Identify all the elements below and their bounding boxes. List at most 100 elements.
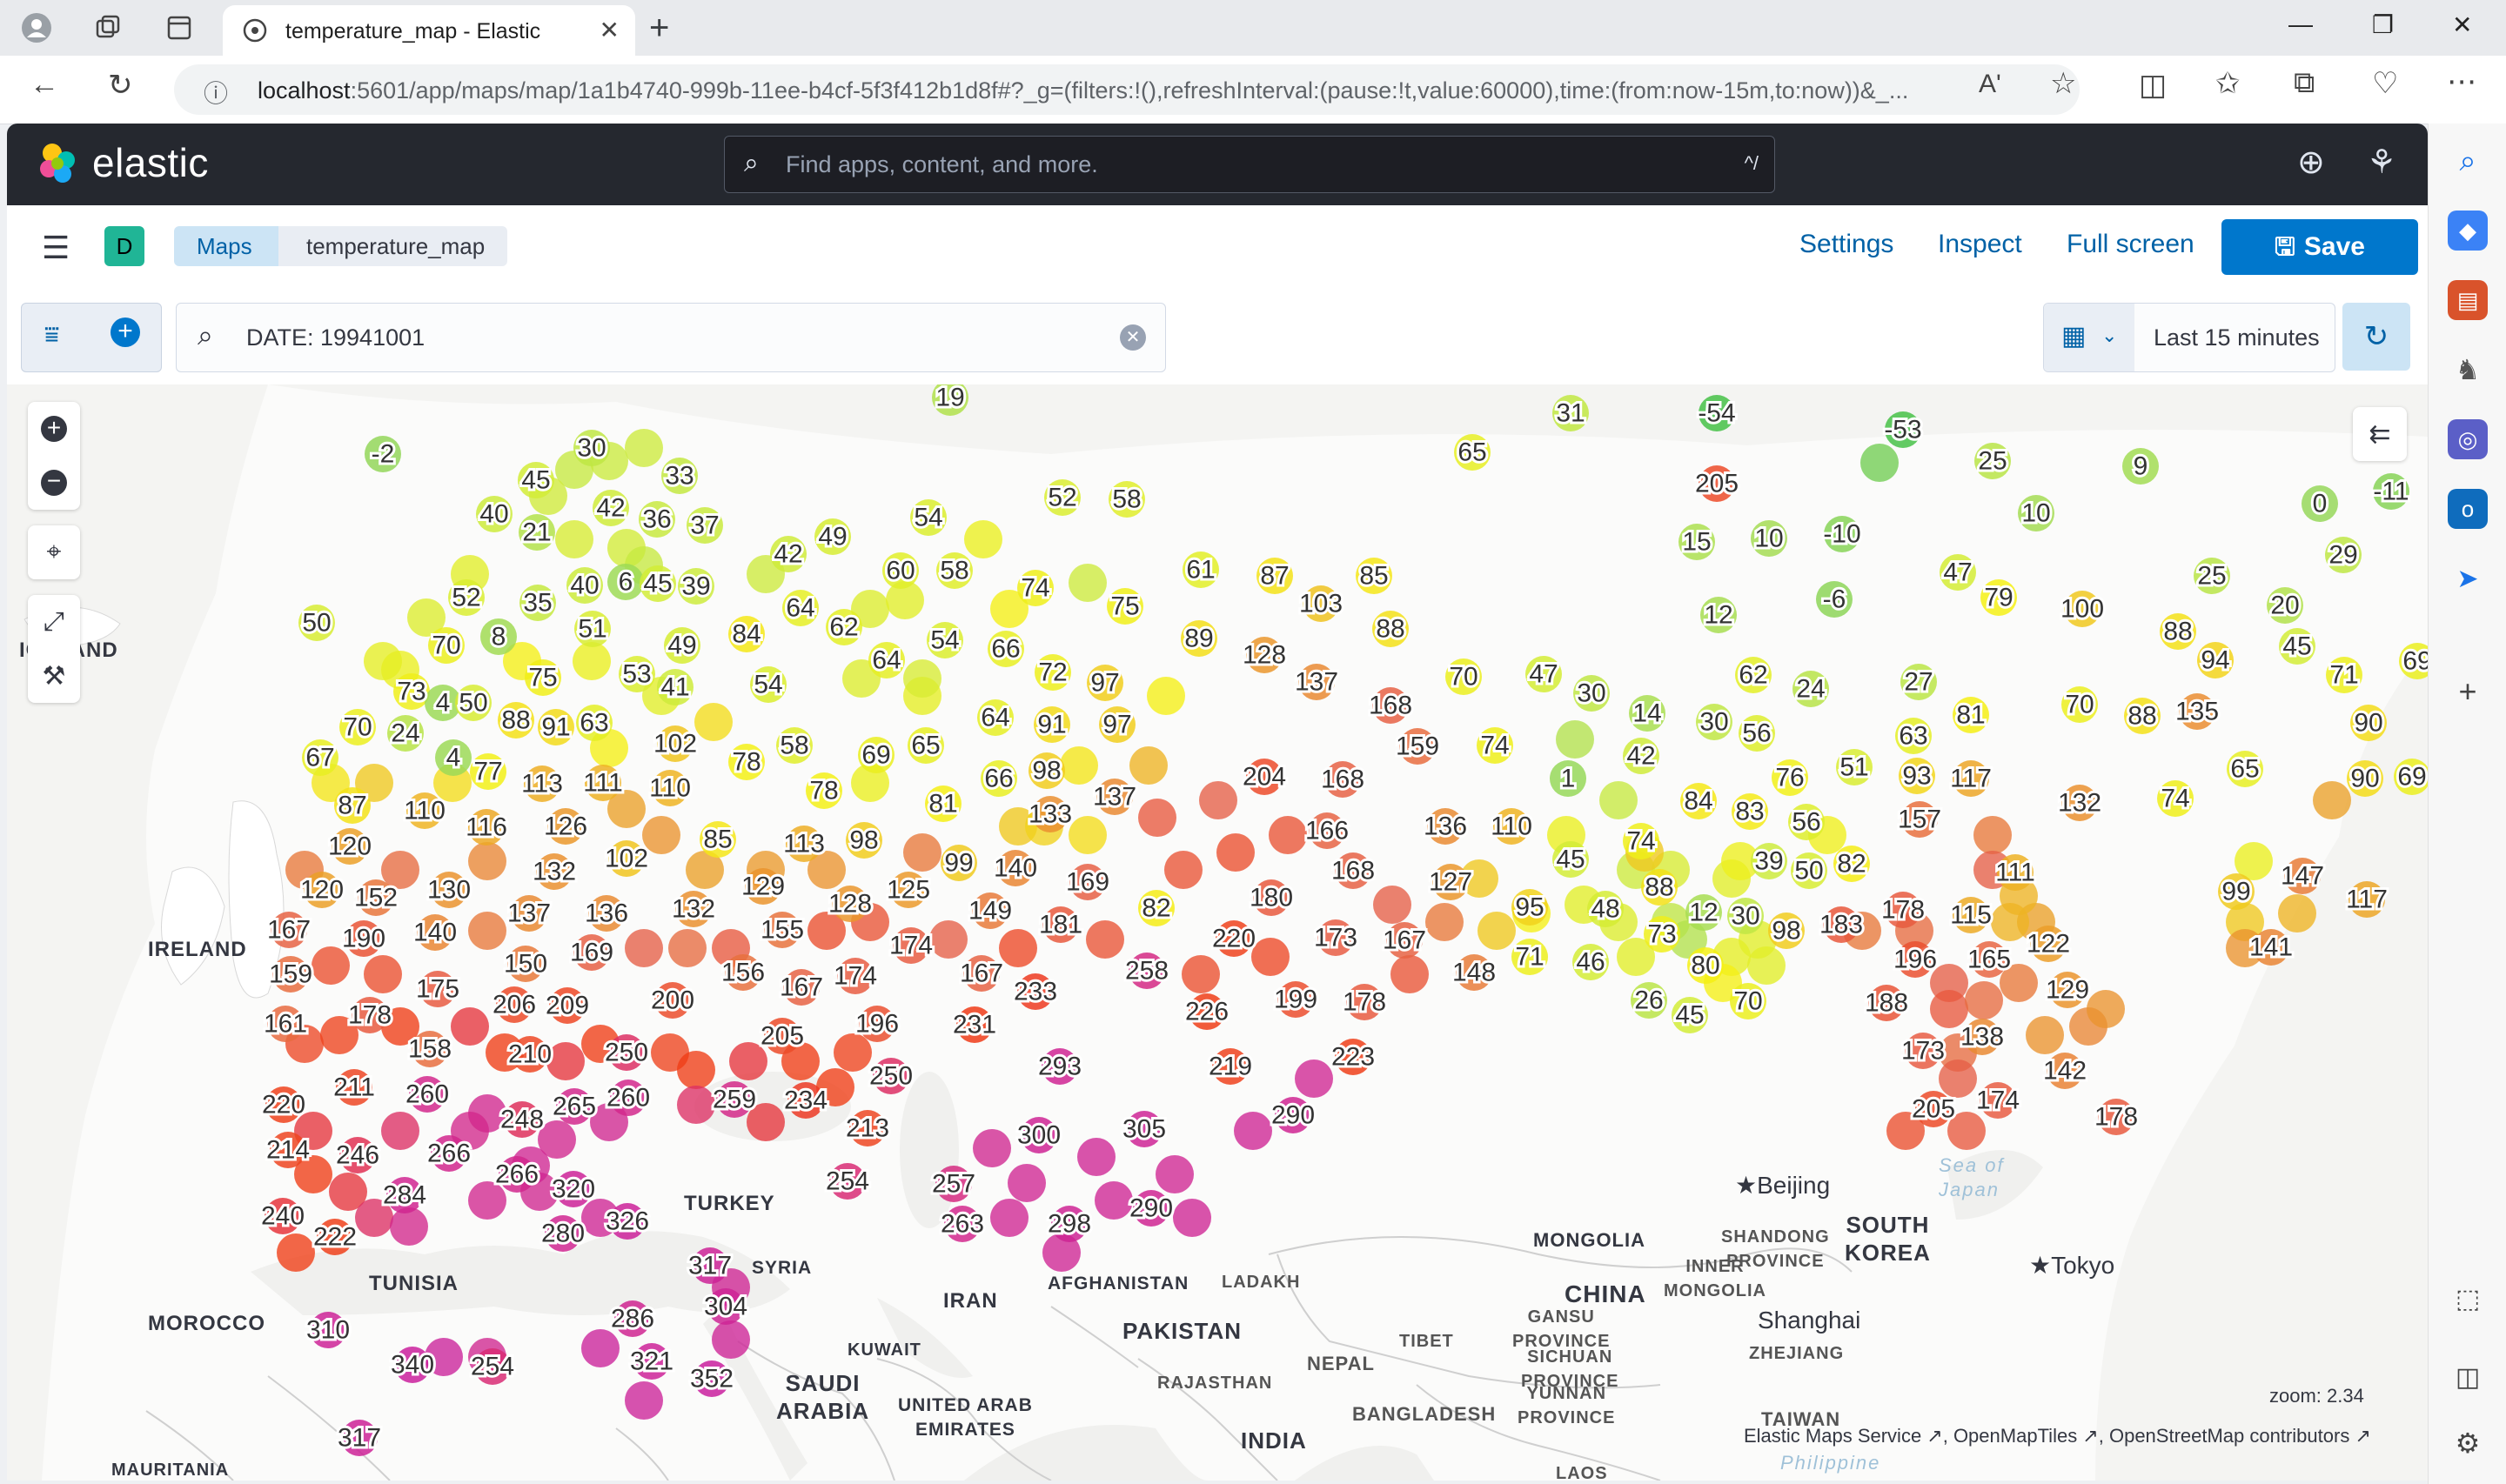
temperature-dot[interactable] bbox=[1599, 781, 1638, 819]
screenshot-icon[interactable]: ⬚ bbox=[2448, 1279, 2488, 1319]
temperature-dot[interactable] bbox=[1069, 816, 1107, 854]
back-icon[interactable]: ← bbox=[30, 68, 59, 102]
temperature-dot[interactable] bbox=[668, 929, 707, 967]
fullscreen-link[interactable]: Full screen bbox=[2067, 230, 2194, 259]
temperature-dot[interactable] bbox=[277, 1233, 315, 1272]
elastic-brand[interactable]: elastic bbox=[92, 139, 209, 186]
temperature-dot[interactable] bbox=[555, 520, 593, 558]
temperature-dot[interactable] bbox=[1129, 746, 1168, 785]
temperature-dot[interactable] bbox=[1477, 912, 1516, 950]
add-sidebar-app-icon[interactable]: + bbox=[2448, 672, 2488, 712]
temperature-dot[interactable] bbox=[2087, 990, 2125, 1028]
refresh-button[interactable]: ↻ bbox=[2342, 303, 2410, 371]
temperature-dot[interactable] bbox=[381, 1112, 419, 1150]
workspaces-icon[interactable] bbox=[87, 7, 129, 49]
breadcrumb-maps[interactable]: Maps bbox=[174, 226, 278, 266]
temperature-dot[interactable] bbox=[1199, 781, 1237, 819]
temperature-dot[interactable] bbox=[2278, 894, 2316, 933]
temperature-dot[interactable] bbox=[468, 842, 506, 880]
temperature-dot[interactable] bbox=[990, 1199, 1029, 1237]
temperature-dot[interactable] bbox=[1086, 920, 1124, 959]
temperature-dot[interactable] bbox=[677, 1086, 715, 1124]
temperature-dot[interactable] bbox=[1077, 1138, 1116, 1176]
temperature-dot[interactable] bbox=[903, 659, 941, 698]
favorite-star-icon[interactable]: ☆ bbox=[2050, 66, 2076, 101]
temperature-dot[interactable] bbox=[964, 520, 1002, 558]
new-tab-button[interactable]: + bbox=[649, 7, 669, 49]
drop-icon[interactable]: ➤ bbox=[2448, 558, 2488, 598]
profile-icon[interactable] bbox=[16, 7, 57, 49]
temperature-dot[interactable] bbox=[1373, 886, 1411, 924]
temperature-dot[interactable] bbox=[468, 912, 506, 950]
collections-icon[interactable]: ⧉ bbox=[2294, 66, 2315, 100]
temperature-dot[interactable] bbox=[834, 1033, 872, 1072]
outlook-icon[interactable]: o bbox=[2448, 489, 2488, 529]
temperature-dot[interactable] bbox=[1164, 851, 1203, 889]
hide-sidebar-icon[interactable]: ◫ bbox=[2448, 1357, 2488, 1397]
help-icon[interactable]: ⊕ bbox=[2297, 143, 2325, 182]
temperature-dot[interactable] bbox=[1965, 981, 2003, 1019]
zoom-out-button[interactable]: − bbox=[28, 456, 80, 510]
temperature-dot[interactable] bbox=[1939, 1060, 1977, 1098]
temperature-dot[interactable] bbox=[1425, 903, 1464, 941]
temperature-dot[interactable] bbox=[1156, 1155, 1194, 1193]
temperature-dot[interactable] bbox=[1234, 1112, 1272, 1150]
temperature-dot[interactable] bbox=[1216, 833, 1255, 872]
temperature-dot[interactable] bbox=[929, 920, 968, 959]
temperature-dot[interactable] bbox=[2313, 781, 2351, 819]
temperature-dot[interactable] bbox=[1060, 746, 1098, 785]
close-tab-icon[interactable]: ✕ bbox=[600, 16, 620, 44]
temperature-dot[interactable] bbox=[546, 1042, 585, 1080]
space-avatar[interactable]: D bbox=[104, 226, 144, 266]
temperature-dot[interactable] bbox=[581, 1329, 620, 1367]
read-aloud-icon[interactable]: Aʹ bbox=[1979, 70, 2001, 99]
temperature-dot[interactable] bbox=[1556, 720, 1594, 759]
temperature-dot[interactable] bbox=[712, 1320, 750, 1359]
temperature-dot[interactable] bbox=[1069, 564, 1107, 602]
browser-essentials-icon[interactable]: ♡ bbox=[2372, 66, 2398, 101]
reload-icon[interactable]: ↻ bbox=[108, 68, 133, 103]
settings-link[interactable]: Settings bbox=[1799, 230, 1893, 259]
tools-icon[interactable]: ▤ bbox=[2448, 280, 2488, 320]
favorites-icon[interactable]: ✩ bbox=[2215, 66, 2241, 101]
temperature-dot[interactable] bbox=[694, 703, 733, 741]
fit-to-data-button[interactable]: ⤢ bbox=[28, 595, 80, 649]
temperature-dot[interactable] bbox=[1008, 1164, 1046, 1202]
active-tab[interactable]: temperature_map - Elastic ✕ bbox=[223, 5, 635, 56]
global-search-input[interactable]: ⌕ Find apps, content, and more. ^/ bbox=[724, 136, 1775, 193]
close-window-icon[interactable]: ✕ bbox=[2452, 10, 2472, 39]
url-field[interactable]: ⓘ localhost:5601/app/maps/map/1a1b4740-9… bbox=[174, 64, 2080, 115]
set-view-button[interactable]: ⌖ bbox=[28, 525, 80, 579]
search-sidebar-icon[interactable]: ⌕ bbox=[2448, 141, 2488, 181]
temperature-points-layer[interactable]: 19-2 3045 33424021 36 37 495452 5831 -5465205-5… bbox=[7, 384, 2428, 1481]
date-picker[interactable]: ▦ ⌄ Last 15 minutes bbox=[2043, 303, 2335, 372]
temperature-dot[interactable] bbox=[390, 1207, 428, 1246]
inspect-link[interactable]: Inspect bbox=[1938, 230, 2022, 259]
temperature-dot[interactable] bbox=[1390, 955, 1429, 993]
temperature-dot[interactable] bbox=[1095, 1181, 1133, 1220]
split-screen-icon[interactable]: ◫ bbox=[2139, 68, 2167, 103]
temperature-dot[interactable] bbox=[1295, 1060, 1333, 1098]
temperature-dot[interactable] bbox=[1860, 444, 1899, 482]
clear-query-icon[interactable]: ✕ bbox=[1120, 324, 1146, 351]
shopping-icon[interactable]: ◆ bbox=[2448, 211, 2488, 251]
games-icon[interactable]: ♞ bbox=[2448, 350, 2488, 390]
sidebar-settings-icon[interactable]: ⚙ bbox=[2448, 1423, 2488, 1463]
temperature-dot[interactable] bbox=[625, 929, 663, 967]
vertical-tabs-icon[interactable] bbox=[158, 7, 200, 49]
temperature-dot[interactable] bbox=[451, 1007, 489, 1046]
layer-control-button[interactable]: ⇇ bbox=[2353, 407, 2407, 461]
temperature-dot[interactable] bbox=[364, 955, 402, 993]
temperature-dot[interactable] bbox=[2026, 1016, 2064, 1054]
filter-icon[interactable]: ⩸ bbox=[44, 321, 59, 350]
temperature-dot[interactable] bbox=[677, 1051, 715, 1089]
more-menu-icon[interactable]: ⋯ bbox=[2447, 64, 2476, 99]
user-menu-icon[interactable]: ⚘ bbox=[2367, 143, 2396, 182]
temperature-dot[interactable] bbox=[1182, 955, 1220, 993]
temperature-dot[interactable] bbox=[625, 1381, 663, 1420]
microsoft365-icon[interactable]: ◎ bbox=[2448, 419, 2488, 459]
temperature-dot[interactable] bbox=[1173, 1199, 1211, 1237]
query-input[interactable]: ⌕ DATE: 19941001 ✕ bbox=[176, 303, 1166, 372]
temperature-dot[interactable] bbox=[973, 1129, 1011, 1167]
temperature-dot[interactable] bbox=[573, 642, 611, 680]
